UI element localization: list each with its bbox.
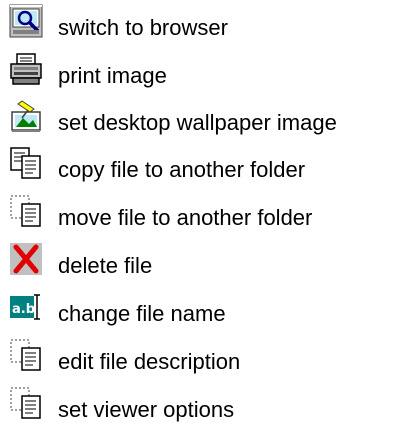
delete-icon bbox=[8, 241, 44, 277]
legend-item-copy-file: copy file to another folder bbox=[0, 142, 397, 186]
browser-icon bbox=[8, 3, 44, 39]
legend-item-edit-description: edit file description bbox=[0, 334, 397, 378]
move-file-icon bbox=[8, 193, 44, 229]
edit-description-icon bbox=[8, 337, 44, 373]
legend-item-set-wallpaper: set desktop wallpaper image bbox=[0, 95, 397, 139]
legend-item-delete-file: delete file bbox=[0, 238, 397, 282]
legend-label: copy file to another folder bbox=[58, 157, 306, 182]
legend-item-move-file: move file to another folder bbox=[0, 190, 397, 234]
options-icon bbox=[8, 385, 44, 421]
toolbar-legend: switch to browser print image set deskto… bbox=[0, 0, 397, 430]
svg-text:a.b: a.b bbox=[12, 302, 35, 317]
copy-file-icon bbox=[8, 145, 44, 181]
legend-label: edit file description bbox=[58, 349, 241, 374]
legend-item-viewer-options: set viewer options bbox=[0, 382, 397, 426]
legend-item-change-file-name: a.b change file name bbox=[0, 286, 397, 330]
wallpaper-icon bbox=[8, 98, 44, 134]
legend-item-print-image: print image bbox=[0, 48, 397, 92]
printer-icon bbox=[8, 51, 44, 87]
legend-label: switch to browser bbox=[58, 15, 228, 40]
legend-label: print image bbox=[58, 63, 167, 88]
rename-icon: a.b bbox=[8, 289, 44, 325]
legend-label: set viewer options bbox=[58, 397, 235, 422]
legend-label: move file to another folder bbox=[58, 205, 313, 230]
legend-item-switch-to-browser: switch to browser bbox=[0, 0, 397, 44]
legend-label: change file name bbox=[58, 301, 226, 326]
legend-label: delete file bbox=[58, 253, 153, 278]
legend-label: set desktop wallpaper image bbox=[58, 110, 337, 135]
